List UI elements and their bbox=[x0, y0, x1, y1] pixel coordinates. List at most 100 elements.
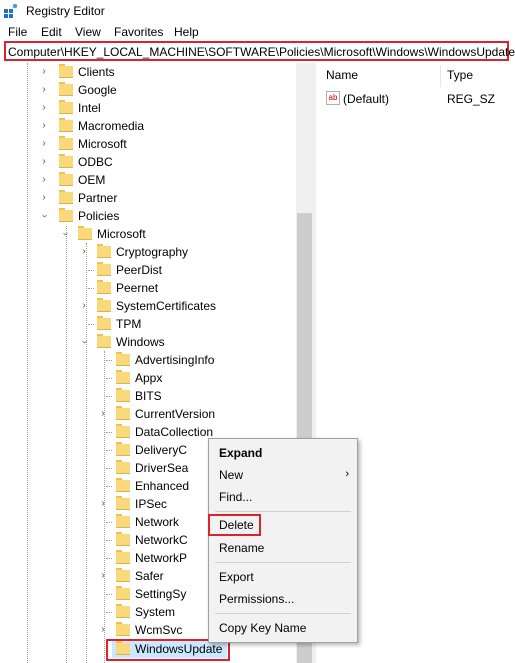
tree-node-policies-microsoft[interactable]: › Microsoft bbox=[0, 225, 296, 243]
tree-node-label: TPM bbox=[116, 317, 142, 331]
chevron-down-icon[interactable]: › bbox=[36, 211, 52, 221]
menu-item-label: Expand bbox=[219, 446, 263, 460]
tree-node-google[interactable]: › Google bbox=[0, 81, 296, 99]
tree-node-tpm[interactable]: TPM bbox=[0, 315, 296, 333]
tree-node-odbc[interactable]: › ODBC bbox=[0, 153, 296, 171]
tree-node-label: Peernet bbox=[116, 281, 159, 295]
tree-node-label: BITS bbox=[135, 389, 162, 403]
folder-icon bbox=[59, 136, 73, 150]
chevron-right-icon[interactable]: › bbox=[39, 100, 49, 116]
folder-icon bbox=[116, 388, 130, 402]
tree-node-macromedia[interactable]: › Macromedia bbox=[0, 117, 296, 135]
folder-icon bbox=[116, 460, 130, 474]
chevron-right-icon[interactable]: › bbox=[39, 64, 49, 80]
chevron-down-icon[interactable]: › bbox=[76, 337, 92, 347]
menu-help[interactable]: Help bbox=[174, 25, 199, 39]
menu-view[interactable]: View bbox=[75, 25, 101, 39]
tree-node-currentversion[interactable]: › CurrentVersion bbox=[0, 405, 296, 423]
tree-node-label: DataCollection bbox=[135, 425, 214, 439]
chevron-right-icon[interactable]: › bbox=[39, 136, 49, 152]
tree-node-advertisinginfo[interactable]: AdvertisingInfo bbox=[0, 351, 296, 369]
column-separator[interactable] bbox=[440, 65, 441, 87]
chevron-right-icon[interactable]: › bbox=[39, 154, 49, 170]
folder-icon bbox=[116, 370, 130, 384]
chevron-right-icon[interactable]: › bbox=[98, 496, 108, 512]
folder-icon bbox=[59, 154, 73, 168]
folder-icon bbox=[116, 442, 130, 456]
tree-guide-line bbox=[106, 522, 112, 523]
menu-item-rename[interactable]: Rename bbox=[209, 538, 357, 558]
tree-node-label: AdvertisingInfo bbox=[135, 353, 215, 367]
chevron-down-icon[interactable]: › bbox=[57, 229, 73, 239]
value-row[interactable]: ab (Default) REG_SZ bbox=[326, 90, 515, 108]
tree-node-label: Intel bbox=[78, 101, 101, 115]
tree-node-label: Appx bbox=[135, 371, 163, 385]
value-type: REG_SZ bbox=[447, 92, 496, 106]
chevron-right-icon[interactable]: › bbox=[98, 568, 108, 584]
menu-file[interactable]: File bbox=[8, 25, 27, 39]
folder-icon bbox=[116, 604, 130, 618]
tree-node-label: SystemCertificates bbox=[116, 299, 217, 313]
tree-node-label: Microsoft bbox=[97, 227, 146, 241]
tree-node-windows[interactable]: › Windows bbox=[0, 333, 296, 351]
menu-item-expand[interactable]: Expand bbox=[209, 443, 357, 463]
title-bar: Registry Editor bbox=[0, 0, 515, 22]
menu-favorites[interactable]: Favorites bbox=[114, 25, 163, 39]
tree-node-label: SettingSy bbox=[135, 587, 187, 601]
tree-guide-line bbox=[106, 612, 112, 613]
address-bar[interactable]: Computer\HKEY_LOCAL_MACHINE\SOFTWARE\Pol… bbox=[4, 41, 515, 61]
tree-guide-line bbox=[106, 540, 112, 541]
column-header-type[interactable]: Type bbox=[447, 68, 473, 82]
column-header-name[interactable]: Name bbox=[326, 68, 358, 82]
tree-node-systemcertificates[interactable]: › SystemCertificates bbox=[0, 297, 296, 315]
menu-item-label: Export bbox=[219, 570, 254, 584]
chevron-right-icon[interactable]: › bbox=[39, 118, 49, 134]
tree-node-peernet[interactable]: Peernet bbox=[0, 279, 296, 297]
tree-guide-line bbox=[88, 324, 94, 325]
folder-icon bbox=[116, 406, 130, 420]
folder-icon bbox=[97, 280, 111, 294]
tree-guide-line bbox=[88, 270, 94, 271]
folder-icon bbox=[116, 478, 130, 492]
chevron-right-icon[interactable]: › bbox=[79, 244, 89, 260]
tree-guide-line bbox=[106, 594, 112, 595]
tree-node-label: Safer bbox=[135, 569, 164, 583]
tree-node-peerdist[interactable]: PeerDist bbox=[0, 261, 296, 279]
tree-node-policies[interactable]: › Policies bbox=[0, 207, 296, 225]
tree-node-label: Policies bbox=[78, 209, 120, 223]
menu-edit[interactable]: Edit bbox=[41, 25, 62, 39]
menu-item-find[interactable]: Find... bbox=[209, 487, 357, 507]
menu-item-permissions[interactable]: Permissions... bbox=[209, 589, 357, 609]
menu-item-export[interactable]: Export bbox=[209, 567, 357, 587]
tree-node-appx[interactable]: Appx bbox=[0, 369, 296, 387]
tree-node-label: Partner bbox=[78, 191, 118, 205]
tree-guide-line bbox=[106, 396, 112, 397]
folder-open-icon bbox=[97, 334, 111, 348]
chevron-right-icon[interactable]: › bbox=[98, 622, 108, 638]
folder-icon bbox=[97, 298, 111, 312]
folder-icon bbox=[116, 514, 130, 528]
chevron-right-icon[interactable]: › bbox=[39, 172, 49, 188]
tree-node-bits[interactable]: BITS bbox=[0, 387, 296, 405]
tree-node-oem[interactable]: › OEM bbox=[0, 171, 296, 189]
tree-node-microsoft[interactable]: › Microsoft bbox=[0, 135, 296, 153]
address-path[interactable]: Computer\HKEY_LOCAL_MACHINE\SOFTWARE\Pol… bbox=[8, 45, 515, 59]
tree-node-cryptography[interactable]: › Cryptography bbox=[0, 243, 296, 261]
chevron-right-icon[interactable]: › bbox=[79, 298, 89, 314]
folder-icon bbox=[97, 316, 111, 330]
chevron-right-icon[interactable]: › bbox=[98, 406, 108, 422]
menu-item-copy-key-name[interactable]: Copy Key Name bbox=[209, 618, 357, 638]
folder-icon bbox=[116, 496, 130, 510]
tree-node-clients[interactable]: › Clients bbox=[0, 63, 296, 81]
tree-node-intel[interactable]: › Intel bbox=[0, 99, 296, 117]
folder-icon bbox=[59, 100, 73, 114]
chevron-right-icon[interactable]: › bbox=[39, 82, 49, 98]
tree-node-partner[interactable]: › Partner bbox=[0, 189, 296, 207]
tree-node-label: Macromedia bbox=[78, 119, 145, 133]
registry-editor-icon bbox=[4, 4, 18, 18]
chevron-right-icon[interactable]: › bbox=[39, 190, 49, 206]
menu-item-new[interactable]: New › bbox=[209, 465, 357, 485]
folder-icon bbox=[116, 424, 130, 438]
tree-node-label: Windows bbox=[116, 335, 165, 349]
submenu-arrow-icon: › bbox=[345, 468, 349, 480]
